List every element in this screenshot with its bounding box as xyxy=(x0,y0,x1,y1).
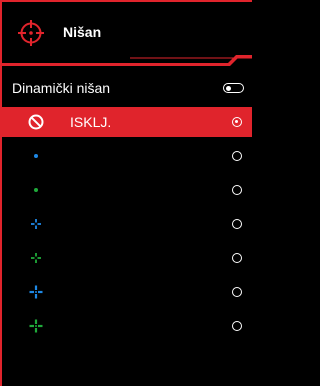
option-cross-blue[interactable] xyxy=(0,277,252,307)
option-crosshair-blue[interactable] xyxy=(0,209,252,239)
crosshair-small-green-icon xyxy=(31,253,41,263)
option-cross-green-radio[interactable] xyxy=(232,321,242,331)
option-crosshair-green-radio[interactable] xyxy=(232,253,242,263)
page-title: Nišan xyxy=(63,24,102,40)
option-cross-green[interactable] xyxy=(0,311,252,341)
crosshair-small-blue-icon xyxy=(31,219,41,229)
dynamic-crosshair-row[interactable]: Dinamički nišan xyxy=(0,77,252,99)
option-crosshair-green[interactable] xyxy=(0,243,252,273)
option-dot-green[interactable] xyxy=(0,175,252,205)
off-icon xyxy=(28,114,44,130)
option-dot-green-radio[interactable] xyxy=(232,185,242,195)
option-off-radio[interactable] xyxy=(232,117,242,127)
panel-header: Nišan xyxy=(0,0,252,66)
option-dot-blue[interactable] xyxy=(0,141,252,171)
dynamic-crosshair-toggle[interactable] xyxy=(223,83,244,93)
option-off-label: ISKLJ. xyxy=(70,114,112,130)
option-off[interactable]: ISKLJ. xyxy=(0,107,252,137)
cross-green-icon xyxy=(29,319,43,333)
cross-blue-icon xyxy=(29,285,43,299)
dynamic-crosshair-label: Dinamički nišan xyxy=(12,80,111,96)
crosshair-icon xyxy=(18,20,44,46)
toggle-knob xyxy=(225,85,231,91)
option-dot-blue-radio[interactable] xyxy=(232,151,242,161)
option-crosshair-blue-radio[interactable] xyxy=(232,219,242,229)
dot-small-blue-icon xyxy=(34,154,38,158)
dot-small-green-icon xyxy=(34,188,38,192)
option-cross-blue-radio[interactable] xyxy=(232,287,242,297)
